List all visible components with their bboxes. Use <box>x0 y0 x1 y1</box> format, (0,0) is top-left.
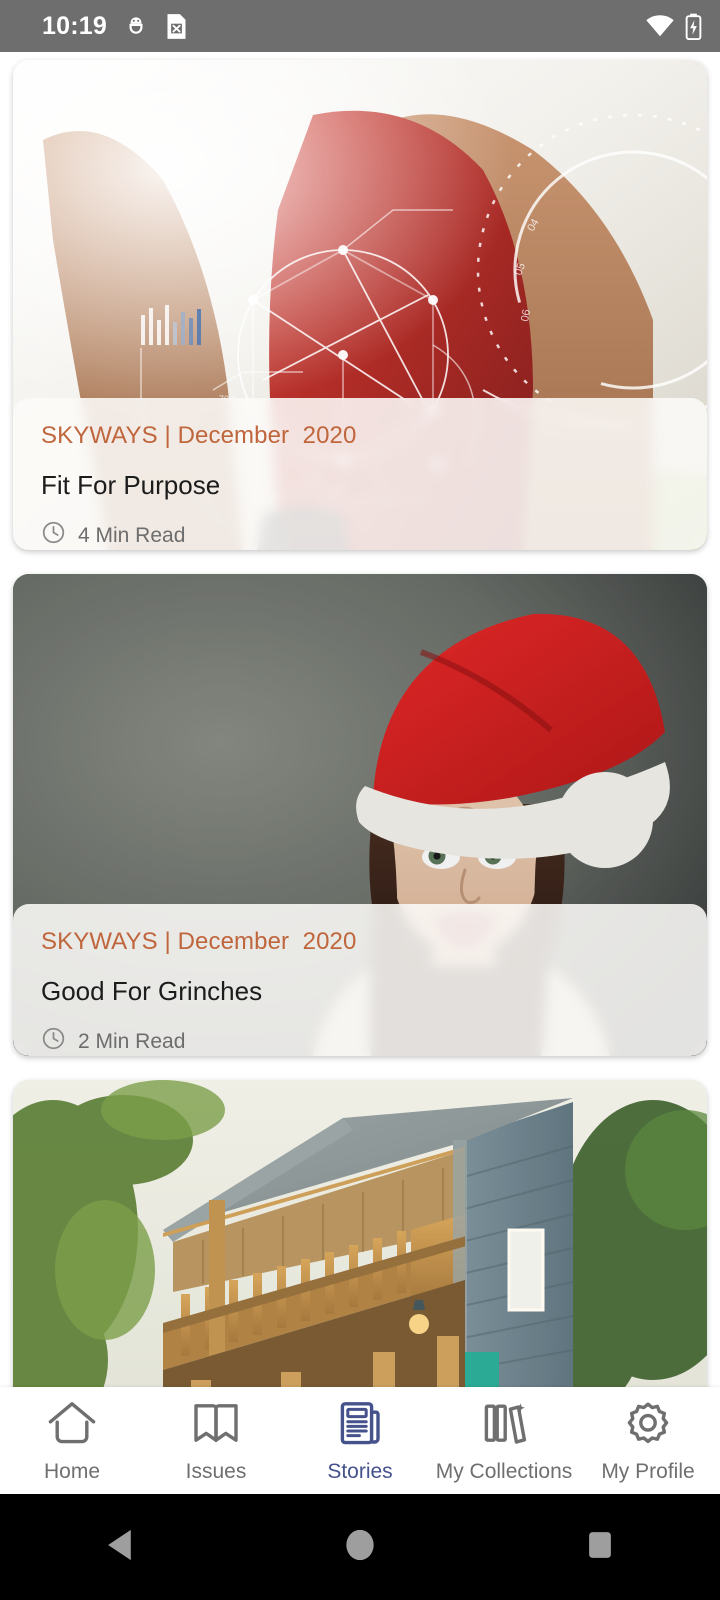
android-debug-icon <box>123 13 149 39</box>
read-time-label: 2 Min Read <box>78 1029 186 1053</box>
story-card[interactable] <box>13 1080 707 1387</box>
story-feed-scroll[interactable]: 04 05 06 SKYWAYS | December 2020 Fit For… <box>0 52 720 1387</box>
tab-issues-label: Issues <box>185 1460 247 1483</box>
phone-screen: 10:19 04 05 06 SKYWAYS | December 2020 F… <box>0 0 720 1600</box>
gear-icon <box>622 1399 674 1452</box>
story-title: Fit For Purpose <box>41 470 221 500</box>
tab-home[interactable]: Home <box>0 1387 144 1494</box>
story-card[interactable]: SKYWAYS | December 2020 Good For Grinche… <box>13 574 707 1056</box>
clock-icon <box>41 1026 66 1056</box>
story-kicker: SKYWAYS | December 2020 <box>41 928 357 955</box>
wifi-icon <box>645 14 675 38</box>
tab-home-label: Home <box>43 1460 101 1483</box>
status-bar: 10:19 <box>0 0 720 52</box>
circle-icon <box>343 1527 377 1568</box>
tab-my-collections-label: My Collections <box>435 1460 573 1483</box>
story-card-text-panel: SKYWAYS | December 2020 Good For Grinche… <box>13 904 707 1056</box>
read-time-row: 2 Min Read <box>41 1026 707 1056</box>
tab-stories[interactable]: Stories <box>288 1387 432 1494</box>
android-recents-button[interactable] <box>540 1494 660 1600</box>
triangle-left-icon <box>103 1527 137 1568</box>
tab-issues[interactable]: Issues <box>144 1387 288 1494</box>
tab-my-collections[interactable]: My Collections <box>432 1387 576 1494</box>
battery-charging-icon <box>685 13 702 40</box>
status-clock: 10:19 <box>42 11 107 40</box>
status-bar-left: 10:19 <box>42 13 645 40</box>
svg-text:06: 06 <box>519 308 533 322</box>
story-card[interactable]: 04 05 06 SKYWAYS | December 2020 Fit For… <box>13 60 707 550</box>
android-home-button[interactable] <box>300 1494 420 1600</box>
read-time-label: 4 Min Read <box>78 523 186 547</box>
no-sim-card-icon <box>165 13 188 40</box>
books-shelf-icon <box>478 1399 530 1452</box>
tab-stories-label: Stories <box>327 1460 393 1483</box>
story-card-text-panel: SKYWAYS | December 2020 Fit For Purpose … <box>13 398 707 550</box>
clock-icon <box>41 520 66 550</box>
android-navigation-bar <box>0 1494 720 1600</box>
status-bar-right <box>645 13 702 40</box>
story-image-timber-house <box>13 1080 707 1387</box>
bookmark-open-book-icon <box>190 1399 242 1452</box>
newspaper-document-icon <box>334 1399 386 1452</box>
tab-my-profile[interactable]: My Profile <box>576 1387 720 1494</box>
square-icon <box>584 1528 616 1567</box>
bottom-tab-bar: Home Issues Stories My Collections My Pr… <box>0 1387 720 1494</box>
read-time-row: 4 Min Read <box>41 520 707 550</box>
tab-my-profile-label: My Profile <box>601 1460 695 1483</box>
story-kicker: SKYWAYS | December 2020 <box>41 422 357 449</box>
home-icon <box>46 1399 98 1452</box>
story-title: Good For Grinches <box>41 976 263 1006</box>
android-back-button[interactable] <box>60 1494 180 1600</box>
